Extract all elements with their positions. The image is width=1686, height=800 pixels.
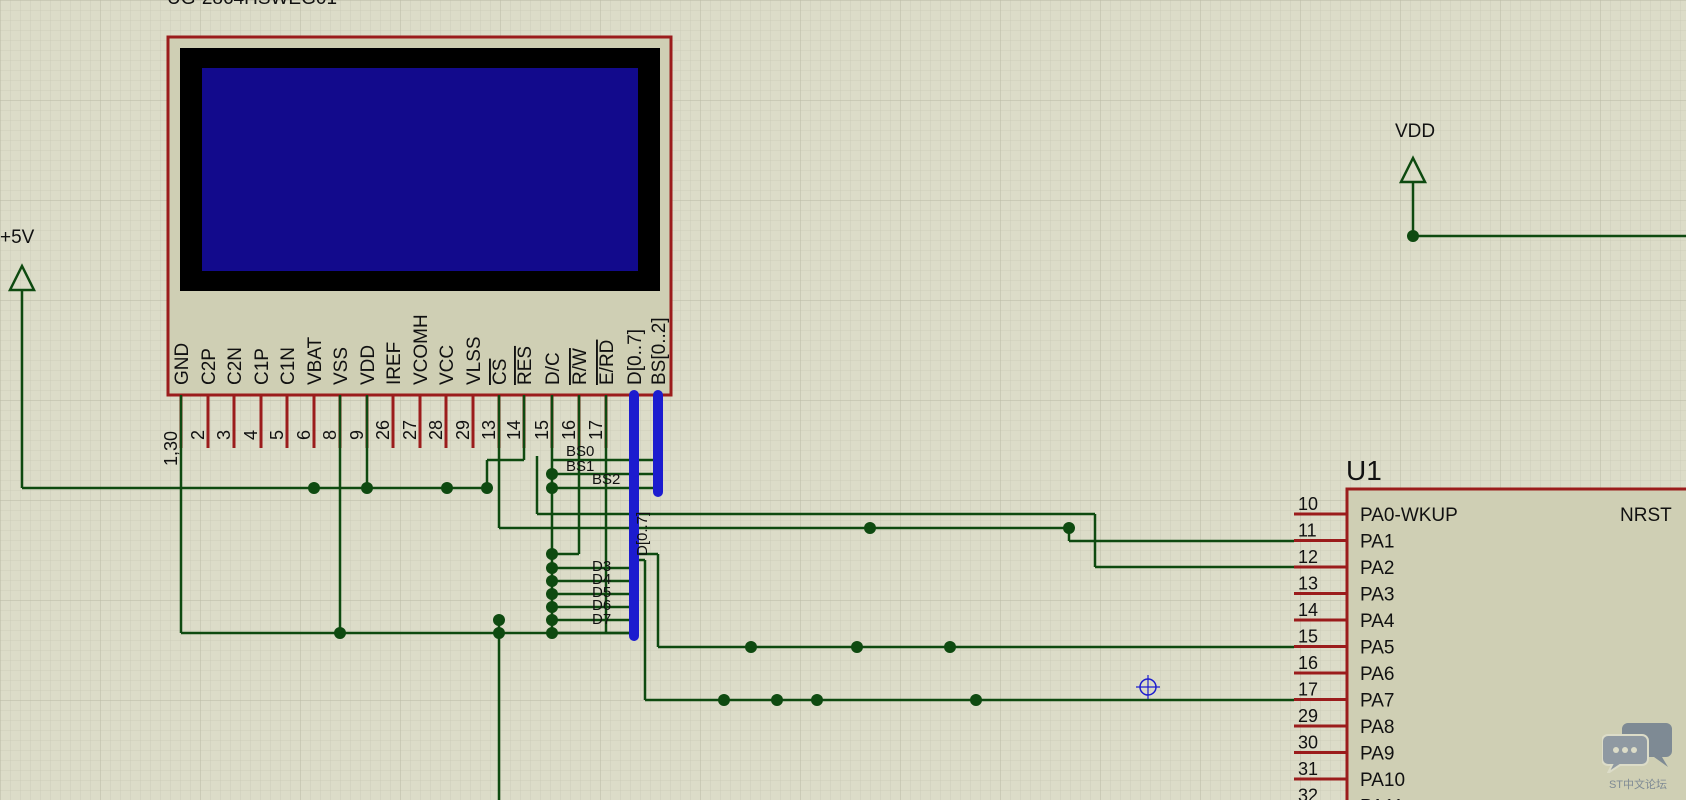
mcu-pin-number: 11: [1298, 521, 1317, 541]
lcd-pin-name: D[0..7]: [625, 329, 646, 385]
lcd-pin-number: 15: [532, 420, 552, 440]
mcu-pin-name: PA3: [1360, 585, 1395, 606]
mcu-pin-name: PA8: [1360, 717, 1395, 738]
mcu-pin-number: 30: [1298, 733, 1318, 753]
lcd-pin-name: D/C: [543, 352, 564, 385]
lcd-pin-name: C2N: [225, 347, 246, 385]
mcu-pin-number: 16: [1298, 653, 1318, 673]
lcd-pin-name: C1P: [252, 348, 273, 385]
chat-bubbles-icon: [1601, 723, 1672, 776]
schematic-editor[interactable]: UG-2864HSWEG01 GND C2PC2N C1PC1N VBATVSS VDD…: [0, 0, 1686, 800]
lcd-pin-number: 13: [479, 420, 499, 440]
lcd-pin-number: 14: [504, 420, 524, 440]
lcd-pin-name: R/W: [570, 348, 591, 385]
lcd-pin-number: 27: [400, 420, 420, 440]
mcu-pin-number: 12: [1298, 547, 1318, 567]
mcu-pin-number: 14: [1298, 600, 1318, 620]
lcd-pin-number: 5: [267, 430, 287, 440]
mcu-pin-name: PA11: [1360, 797, 1404, 800]
mcu-pin-name: PA5: [1360, 638, 1395, 659]
lcd-pin-name: BS[0..2]: [649, 317, 670, 385]
lcd-pin-name: C1N: [278, 347, 299, 385]
lcd-pin-number: 26: [373, 420, 393, 440]
lcd-component[interactable]: UG-2864HSWEG01 GND C2PC2N C1PC1N VBATVSS VDD…: [161, 0, 673, 466]
lcd-pin-number: 28: [426, 420, 446, 440]
lcd-pin-number: 17: [586, 420, 606, 440]
mcu-pin-name: PA1: [1360, 532, 1395, 553]
bus-label-d7: D7: [592, 611, 611, 628]
lcd-pin-name: VCOMH: [411, 314, 432, 385]
lcd-pin-number: 29: [453, 420, 473, 440]
bus-label-bs2: BS2: [592, 471, 620, 488]
lcd-pin-name: VCC: [437, 345, 458, 385]
power-vdd-label: VDD: [1395, 121, 1435, 142]
mcu-pin-name: PA10: [1360, 770, 1405, 791]
mcu-pin-nrst: NRST: [1620, 505, 1672, 526]
lcd-pin-number: 4: [241, 430, 261, 440]
lcd-pin-number: 8: [320, 430, 340, 440]
mcu-pin-number: 17: [1298, 680, 1318, 700]
lcd-pin-name: RES: [515, 346, 536, 385]
mcu-ref: U1: [1346, 455, 1382, 486]
lcd-title: UG-2864HSWEG01: [167, 0, 337, 9]
watermark-text: ST中文论坛: [1608, 779, 1668, 791]
lcd-pin-number: 9: [347, 430, 367, 440]
lcd-pin-name: GND: [172, 343, 193, 385]
mcu-pin-name: PA6: [1360, 664, 1395, 685]
mcu-pin-number: 13: [1298, 574, 1318, 594]
lcd-pin-name: VSS: [331, 347, 352, 385]
lcd-pin-number: 2: [188, 430, 208, 440]
lcd-pin-name: VDD: [358, 345, 379, 385]
lcd-pin-number: 16: [559, 420, 579, 440]
lcd-pin-name: E/RD: [597, 340, 618, 385]
mcu-pin-number: 10: [1298, 494, 1318, 514]
schematic-canvas[interactable]: UG-2864HSWEG01 GND C2PC2N C1PC1N VBATVSS VDD…: [0, 0, 1686, 800]
mcu-pin-number: 31: [1298, 759, 1318, 779]
power-5v-label: +5V: [0, 227, 35, 248]
lcd-pin-name: CS: [490, 359, 511, 385]
lcd-pin-name: VBAT: [305, 336, 326, 385]
mcu-pin-number: 15: [1298, 627, 1318, 647]
lcd-screen: [202, 68, 638, 271]
mcu-pin-name: PA0-WKUP: [1360, 505, 1458, 526]
mcu-pin-name: PA7: [1360, 691, 1395, 712]
lcd-pin-number: 1,30: [161, 431, 181, 466]
bus-label-d-group: D[0..7]: [634, 512, 651, 556]
mcu-pin-name: PA9: [1360, 744, 1395, 765]
lcd-pin-name: C2P: [199, 348, 220, 385]
bus-label-bs1: BS1: [566, 458, 594, 475]
lcd-pin-number: 6: [294, 430, 314, 440]
mcu-pin-number: 29: [1298, 706, 1318, 726]
mcu-pin-name: PA2: [1360, 558, 1395, 579]
mcu-pin-name: PA4: [1360, 611, 1395, 632]
mcu-pin-number: 32: [1298, 786, 1318, 800]
lcd-pin-name: IREF: [384, 342, 405, 385]
watermark: ST中文论坛: [1598, 721, 1678, 792]
lcd-pin-name: VLSS: [464, 336, 485, 385]
lcd-pin-number: 3: [214, 430, 234, 440]
